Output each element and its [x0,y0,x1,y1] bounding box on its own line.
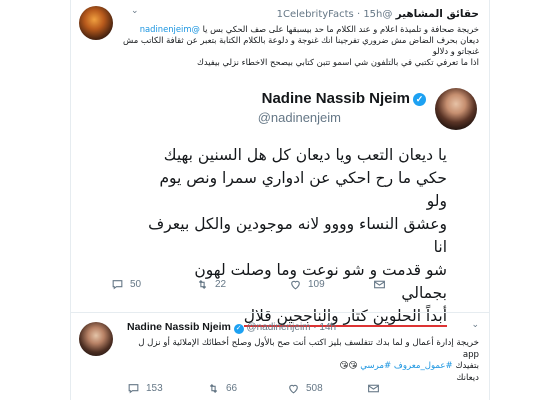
dm-button[interactable] [373,278,386,291]
mention-link[interactable]: @nadinenjeim [140,24,200,34]
tweet-header: Nadine Nassib Njeim ✓ @nadinenjeim · 14h [127,321,337,334]
like-icon [291,280,300,290]
retweet-button[interactable]: 22 [196,278,226,291]
embedded-avatar [435,88,477,130]
like-count: 508 [306,383,323,394]
author-name[interactable]: Nadine Nassib Njeim [127,321,231,333]
tweet-actions: 50 22 109 [111,278,451,294]
like-button[interactable]: 109 [289,278,325,291]
retweet-icon [198,279,207,290]
like-button[interactable]: 508 [287,382,323,395]
chevron-down-icon[interactable]: ⌄ [131,6,141,16]
tweet-line: غنجاتو و دلالو [432,46,479,56]
retweet-icon [209,383,218,394]
chevron-down-icon[interactable]: ⌄ [471,320,479,330]
tweet-divider [71,312,489,313]
verified-badge-icon: ✓ [233,324,244,334]
reply-button[interactable]: 50 [111,278,141,291]
emoji: 😘😘 [339,361,358,371]
hashtag-link[interactable]: #عمول_معروف #مرسي [360,361,452,371]
retweet-count: 22 [215,279,227,290]
like-icon [289,384,298,394]
tweet-time[interactable]: 15h [363,9,382,20]
reply-count: 50 [130,279,142,290]
tweet-header: حقائق المشاهير @1CelebrityFacts · 15h [276,8,479,20]
retweet-button[interactable]: 66 [207,382,237,395]
tweet-line: اذا ما تعرفي تكتبي في بالتلفون شي اسمو ت… [196,57,479,67]
tweet-line: خريجة صحافة و تلميذة اعلام و عند الكلام … [202,24,479,34]
like-count: 109 [308,279,325,290]
tweet-text: خريجة إدارة أعمال و لما بدك تتفلسف بليز … [127,338,479,384]
tweet-line: خريجة إدارة أعمال و لما بدك تتفلسف بليز … [138,338,479,360]
embedded-line: يا ديعان التعب ويا ديعان كل هل السنين به… [163,146,447,164]
embedded-line: وعشق النساء وووو لانه موجودين والكل بيعر… [148,215,447,256]
avatar[interactable] [79,322,113,356]
reply-count: 153 [146,383,163,394]
tweet-actions: 153 66 508 [127,382,447,396]
author-handle[interactable]: @nadinenjeim [246,322,310,333]
embedded-line: حكي ما رح احكي عن ادواري سمرا ونص يوم ول… [159,169,447,210]
reply-button[interactable]: 153 [127,382,163,395]
mail-icon [368,384,379,393]
tweet-time[interactable]: 14h [319,322,336,333]
timeline-card: ⌄ حقائق المشاهير @1CelebrityFacts · 15h … [70,0,490,400]
tweet-line: ديعان بحرف الضاض مش ضروري تفرجينا انك غن… [123,35,479,45]
reply-icon [112,280,123,290]
embedded-tweet-text: يا ديعان التعب ويا ديعان كل هل السنين به… [147,144,447,328]
embedded-author-name: Nadine Nassib Njeim ✓ [262,90,426,107]
mail-icon [374,280,385,289]
embedded-author-handle: @nadinenjeim [257,110,341,125]
author-name[interactable]: حقائق المشاهير [396,8,479,20]
dm-button[interactable] [367,382,380,395]
embedded-tweet-image[interactable]: Nadine Nassib Njeim ✓ @nadinenjeim يا ديع… [121,82,481,327]
verified-badge-icon: ✓ [413,93,426,106]
tweet-text: خريجة صحافة و تلميذة اعلام و عند الكلام … [79,24,479,68]
tweet-line: بتفيدك #عمول_معروف #مرسي 😘😘 [339,361,479,371]
retweet-count: 66 [226,383,238,394]
reply-icon [128,384,139,394]
